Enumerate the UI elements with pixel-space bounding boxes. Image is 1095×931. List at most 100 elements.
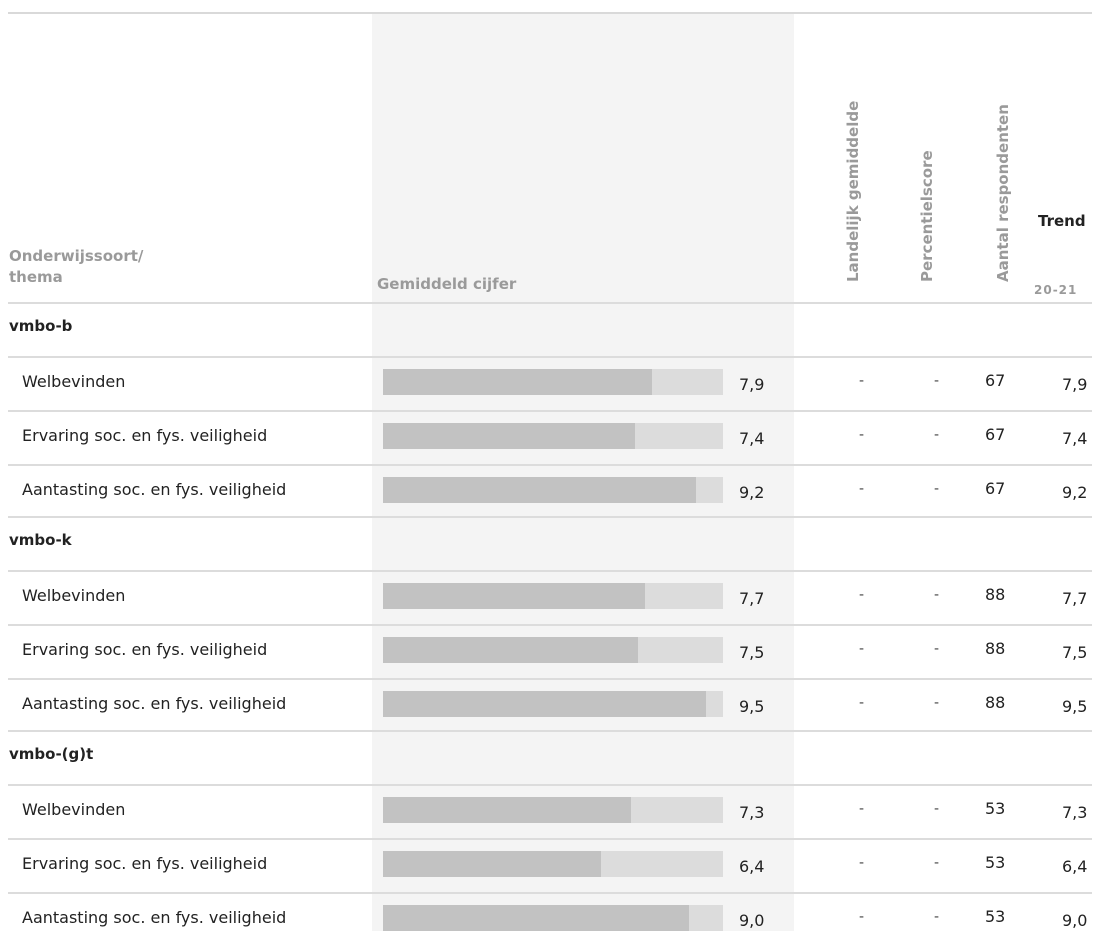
national-average-value: - — [859, 695, 865, 711]
percentile-value: - — [934, 373, 940, 389]
column-header-type: Onderwijssoort/ — [9, 247, 144, 265]
average-column-background — [372, 14, 794, 931]
bar-track — [383, 637, 723, 663]
column-header-percentile: Percentielscore — [918, 150, 936, 282]
bar-track — [383, 583, 723, 609]
trend-value: 9,5 — [1062, 697, 1088, 716]
group-label: vmbo-k — [9, 531, 72, 549]
row-theme-label: Aantasting soc. en fys. veiligheid — [22, 908, 287, 927]
column-header-national-average-wrap: Landelijk gemiddelde — [844, 0, 864, 300]
percentile-value: - — [934, 587, 940, 603]
bar-track — [383, 851, 723, 877]
value-label: 7,3 — [739, 803, 765, 822]
national-average-value: - — [859, 373, 865, 389]
bar — [383, 905, 689, 931]
value-label: 7,4 — [739, 429, 765, 448]
bar — [383, 369, 652, 395]
respondents-value: 53 — [985, 853, 1006, 872]
value-label: 9,5 — [739, 697, 765, 716]
trend-value: 7,5 — [1062, 643, 1088, 662]
value-label: 6,4 — [739, 857, 765, 876]
row-theme-label: Ervaring soc. en fys. veiligheid — [22, 854, 268, 873]
group-label: vmbo-(g)t — [9, 745, 94, 763]
column-header-respondents: Aantal respondenten — [994, 104, 1012, 282]
group-separator — [8, 516, 1092, 518]
row-separator — [8, 678, 1092, 680]
row-separator — [8, 356, 1092, 358]
column-header-period: 20-21 — [1034, 283, 1078, 297]
bar-track — [383, 477, 723, 503]
value-label: 7,9 — [739, 375, 765, 394]
value-label: 7,5 — [739, 643, 765, 662]
bar — [383, 423, 635, 449]
trend-value: 9,2 — [1062, 483, 1088, 502]
column-header-average: Gemiddeld cijfer — [377, 275, 517, 293]
bar-track — [383, 797, 723, 823]
group-label: vmbo-b — [9, 317, 73, 335]
trend-value: 7,9 — [1062, 375, 1088, 394]
value-label: 9,2 — [739, 483, 765, 502]
column-header-type-theme: Onderwijssoort/ thema — [9, 246, 143, 288]
respondents-value: 67 — [985, 371, 1006, 390]
bar-track — [383, 905, 723, 931]
trend-value: 9,0 — [1062, 911, 1088, 930]
row-separator — [8, 624, 1092, 626]
respondents-value: 53 — [985, 907, 1006, 926]
bar — [383, 851, 601, 877]
national-average-value: - — [859, 587, 865, 603]
trend-value: 7,4 — [1062, 429, 1088, 448]
bar — [383, 583, 645, 609]
row-separator — [8, 410, 1092, 412]
row-theme-label: Aantasting soc. en fys. veiligheid — [22, 694, 287, 713]
column-header-percentile-wrap: Percentielscore — [918, 0, 938, 300]
bar — [383, 797, 631, 823]
national-average-value: - — [859, 641, 865, 657]
respondents-value: 67 — [985, 425, 1006, 444]
value-label: 7,7 — [739, 589, 765, 608]
bar-track — [383, 423, 723, 449]
group-separator — [8, 302, 1092, 304]
percentile-value: - — [934, 801, 940, 817]
row-theme-label: Welbevinden — [22, 586, 126, 605]
national-average-value: - — [859, 427, 865, 443]
row-theme-label: Aantasting soc. en fys. veiligheid — [22, 480, 287, 499]
trend-value: 6,4 — [1062, 857, 1088, 876]
row-separator — [8, 570, 1092, 572]
respondents-value: 88 — [985, 585, 1006, 604]
column-header-theme: thema — [9, 268, 63, 286]
national-average-value: - — [859, 481, 865, 497]
row-theme-label: Welbevinden — [22, 372, 126, 391]
row-separator — [8, 892, 1092, 894]
row-theme-label: Ervaring soc. en fys. veiligheid — [22, 640, 268, 659]
percentile-value: - — [934, 855, 940, 871]
national-average-value: - — [859, 909, 865, 925]
percentile-value: - — [934, 427, 940, 443]
row-separator — [8, 838, 1092, 840]
respondents-value: 88 — [985, 693, 1006, 712]
row-theme-label: Welbevinden — [22, 800, 126, 819]
row-theme-label: Ervaring soc. en fys. veiligheid — [22, 426, 268, 445]
percentile-value: - — [934, 641, 940, 657]
column-header-respondents-wrap: Aantal respondenten — [994, 0, 1014, 300]
bar-track — [383, 369, 723, 395]
bar — [383, 637, 638, 663]
row-separator — [8, 464, 1092, 466]
column-header-trend: Trend — [1038, 212, 1086, 230]
percentile-value: - — [934, 909, 940, 925]
respondents-value: 67 — [985, 479, 1006, 498]
respondents-value: 88 — [985, 639, 1006, 658]
bar — [383, 691, 706, 717]
trend-value: 7,7 — [1062, 589, 1088, 608]
national-average-value: - — [859, 855, 865, 871]
percentile-value: - — [934, 695, 940, 711]
group-separator — [8, 730, 1092, 732]
national-average-value: - — [859, 801, 865, 817]
bar — [383, 477, 696, 503]
row-separator — [8, 784, 1092, 786]
column-header-national-average: Landelijk gemiddelde — [844, 100, 862, 282]
percentile-value: - — [934, 481, 940, 497]
value-label: 9,0 — [739, 911, 765, 930]
trend-value: 7,3 — [1062, 803, 1088, 822]
bar-track — [383, 691, 723, 717]
respondents-value: 53 — [985, 799, 1006, 818]
